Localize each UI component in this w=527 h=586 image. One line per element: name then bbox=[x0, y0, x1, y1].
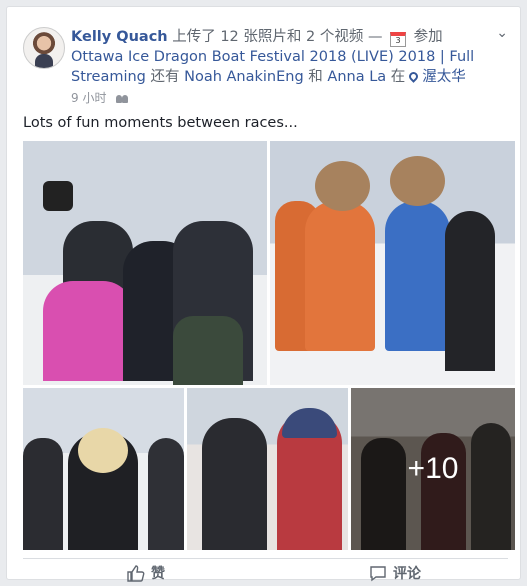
tagged-person-2[interactable]: Anna La bbox=[327, 69, 386, 85]
post-text: Lots of fun moments between races... bbox=[23, 115, 298, 131]
post-header: Kelly Quach 上传了 12 张照片和 2 个视频 — 3 参加 Ott… bbox=[71, 27, 491, 87]
comment-label: 评论 bbox=[393, 566, 421, 582]
photo-2[interactable] bbox=[270, 141, 515, 385]
photo-5-more[interactable]: +10 bbox=[351, 388, 515, 550]
post-meta: 9 小时 bbox=[71, 89, 129, 106]
photo-1[interactable] bbox=[23, 141, 267, 385]
person-shape bbox=[43, 281, 133, 381]
action-text: 上传了 12 张照片和 2 个视频 — bbox=[172, 29, 383, 45]
chevron-down-icon[interactable]: ⌄ bbox=[496, 25, 508, 41]
post-card: ⌄ Kelly Quach 上传了 12 张照片和 2 个视频 — 3 参加 O… bbox=[6, 6, 521, 582]
person-shape bbox=[202, 418, 267, 550]
location-link[interactable]: 渥太华 bbox=[422, 69, 466, 85]
speech-bubble-icon bbox=[370, 565, 386, 581]
person-shape bbox=[282, 408, 337, 438]
photo-3[interactable] bbox=[23, 388, 184, 550]
calendar-icon: 3 bbox=[390, 32, 407, 47]
person-shape bbox=[445, 211, 495, 371]
location-prefix: 在 bbox=[390, 69, 406, 85]
and-text: 和 bbox=[308, 69, 323, 85]
with-prefix: 还有 bbox=[150, 69, 180, 85]
comment-button[interactable]: 评论 bbox=[369, 562, 421, 584]
like-button[interactable]: 赞 bbox=[127, 562, 165, 584]
person-shape bbox=[78, 428, 128, 473]
friends-icon[interactable] bbox=[116, 93, 129, 103]
person-shape bbox=[23, 438, 63, 550]
mascot-shape bbox=[385, 201, 450, 351]
author-name[interactable]: Kelly Quach bbox=[71, 29, 168, 45]
avatar[interactable] bbox=[23, 27, 65, 69]
event-prefix: 参加 bbox=[413, 29, 443, 45]
photo-4[interactable] bbox=[187, 388, 348, 550]
person-shape bbox=[148, 438, 184, 550]
more-photos-count: +10 bbox=[407, 452, 459, 485]
timestamp[interactable]: 9 小时 bbox=[71, 91, 106, 105]
like-label: 赞 bbox=[151, 566, 165, 582]
person-shape bbox=[173, 316, 243, 385]
mascot-shape bbox=[305, 201, 375, 351]
pin-icon bbox=[407, 70, 421, 83]
tagged-person-1[interactable]: Noah AnakinEng bbox=[184, 69, 304, 85]
divider bbox=[23, 558, 508, 559]
person-shape bbox=[43, 181, 73, 211]
mascot-shape bbox=[390, 156, 445, 206]
mascot-shape bbox=[315, 161, 370, 211]
thumbs-up-icon bbox=[127, 564, 145, 582]
more-photos-overlay[interactable]: +10 bbox=[351, 388, 515, 550]
